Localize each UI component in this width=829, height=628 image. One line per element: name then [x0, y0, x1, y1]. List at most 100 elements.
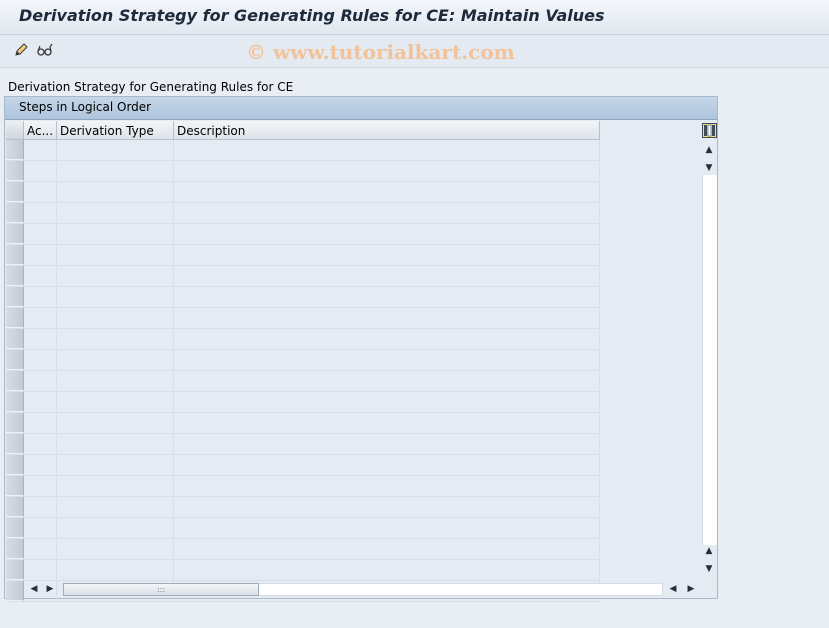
table-row[interactable]: [6, 266, 600, 287]
row-selector[interactable]: [6, 224, 24, 244]
table-cell[interactable]: [24, 560, 57, 580]
display-change-glasses-icon[interactable]: [36, 41, 54, 59]
table-cell[interactable]: [174, 392, 600, 412]
row-selector[interactable]: [6, 539, 24, 559]
table-cell[interactable]: [174, 287, 600, 307]
table-row[interactable]: [6, 287, 600, 308]
table-row[interactable]: [6, 476, 600, 497]
table-cell[interactable]: [24, 203, 57, 223]
table-cell[interactable]: [57, 182, 174, 202]
table-cell[interactable]: [24, 371, 57, 391]
column-header-description[interactable]: Description: [174, 121, 600, 140]
row-selector[interactable]: [6, 497, 24, 517]
row-selector[interactable]: [6, 182, 24, 202]
vertical-scroll-track[interactable]: [702, 175, 717, 545]
table-cell[interactable]: [57, 434, 174, 454]
table-cell[interactable]: [174, 539, 600, 559]
table-cell[interactable]: [24, 245, 57, 265]
table-row[interactable]: [6, 308, 600, 329]
table-cell[interactable]: [24, 161, 57, 181]
table-cell[interactable]: [57, 224, 174, 244]
table-cell[interactable]: [174, 329, 600, 349]
row-selector[interactable]: [6, 518, 24, 538]
table-cell[interactable]: [24, 140, 57, 160]
row-selector[interactable]: [6, 287, 24, 307]
row-selector[interactable]: [6, 245, 24, 265]
table-row[interactable]: [6, 392, 600, 413]
table-cell[interactable]: [24, 350, 57, 370]
table-row[interactable]: [6, 203, 600, 224]
row-selector[interactable]: [6, 203, 24, 223]
table-cell[interactable]: [174, 245, 600, 265]
table-cell[interactable]: [24, 476, 57, 496]
table-row[interactable]: [6, 350, 600, 371]
table-cell[interactable]: [57, 203, 174, 223]
table-cell[interactable]: [24, 392, 57, 412]
table-cell[interactable]: [174, 203, 600, 223]
table-row[interactable]: [6, 539, 600, 560]
table-cell[interactable]: [174, 560, 600, 580]
scroll-down-arrow-icon[interactable]: ▼: [702, 161, 716, 175]
row-selector[interactable]: [6, 476, 24, 496]
table-cell[interactable]: [174, 413, 600, 433]
table-cell[interactable]: [57, 455, 174, 475]
scroll-down-bottom-arrow-icon[interactable]: ▼: [702, 562, 716, 576]
table-settings-icon[interactable]: [702, 123, 717, 138]
table-cell[interactable]: [57, 518, 174, 538]
row-selector[interactable]: [6, 392, 24, 412]
table-cell[interactable]: [24, 329, 57, 349]
table-cell[interactable]: [57, 350, 174, 370]
table-row[interactable]: [6, 434, 600, 455]
table-row[interactable]: [6, 518, 600, 539]
table-cell[interactable]: [24, 518, 57, 538]
scroll-left-end-arrow-icon[interactable]: ◀: [666, 582, 680, 596]
table-cell[interactable]: [57, 539, 174, 559]
table-row[interactable]: [6, 413, 600, 434]
table-row[interactable]: [6, 455, 600, 476]
table-cell[interactable]: [174, 455, 600, 475]
row-selector[interactable]: [6, 434, 24, 454]
horizontal-scrollbar[interactable]: ◀ ▶ ::: ◀ ▶: [25, 581, 705, 597]
table-cell[interactable]: [174, 476, 600, 496]
table-row[interactable]: [6, 245, 600, 266]
table-cell[interactable]: [24, 539, 57, 559]
row-selector[interactable]: [6, 161, 24, 181]
table-row[interactable]: [6, 329, 600, 350]
scroll-right-arrow-icon[interactable]: ▶: [43, 582, 57, 596]
table-row[interactable]: [6, 182, 600, 203]
select-all-header[interactable]: [6, 121, 24, 140]
table-cell[interactable]: [174, 224, 600, 244]
table-cell[interactable]: [57, 476, 174, 496]
table-cell[interactable]: [24, 266, 57, 286]
table-cell[interactable]: [57, 413, 174, 433]
table-row[interactable]: [6, 161, 600, 182]
scroll-right-end-arrow-icon[interactable]: ▶: [684, 582, 698, 596]
table-cell[interactable]: [57, 161, 174, 181]
table-cell[interactable]: [24, 224, 57, 244]
scroll-up-bottom-arrow-icon[interactable]: ▲: [702, 544, 716, 558]
table-cell[interactable]: [57, 245, 174, 265]
table-cell[interactable]: [57, 560, 174, 580]
column-header-active[interactable]: Ac...: [24, 121, 57, 140]
table-cell[interactable]: [174, 371, 600, 391]
table-cell[interactable]: [174, 308, 600, 328]
row-selector[interactable]: [6, 308, 24, 328]
table-cell[interactable]: [57, 266, 174, 286]
table-cell[interactable]: [24, 287, 57, 307]
table-cell[interactable]: [174, 140, 600, 160]
vertical-scrollbar[interactable]: ▲ ▼ ▲ ▼: [702, 141, 717, 577]
table-cell[interactable]: [174, 434, 600, 454]
scroll-left-arrow-icon[interactable]: ◀: [27, 582, 41, 596]
table-cell[interactable]: [57, 308, 174, 328]
table-cell[interactable]: [57, 497, 174, 517]
row-selector[interactable]: [6, 140, 24, 160]
row-selector[interactable]: [6, 560, 24, 580]
table-row[interactable]: [6, 224, 600, 245]
row-selector[interactable]: [6, 581, 24, 601]
table-cell[interactable]: [174, 518, 600, 538]
column-header-derivation-type[interactable]: Derivation Type: [57, 121, 174, 140]
table-cell[interactable]: [174, 350, 600, 370]
table-cell[interactable]: [57, 140, 174, 160]
row-selector[interactable]: [6, 371, 24, 391]
pencil-edit-icon[interactable]: [12, 41, 30, 59]
